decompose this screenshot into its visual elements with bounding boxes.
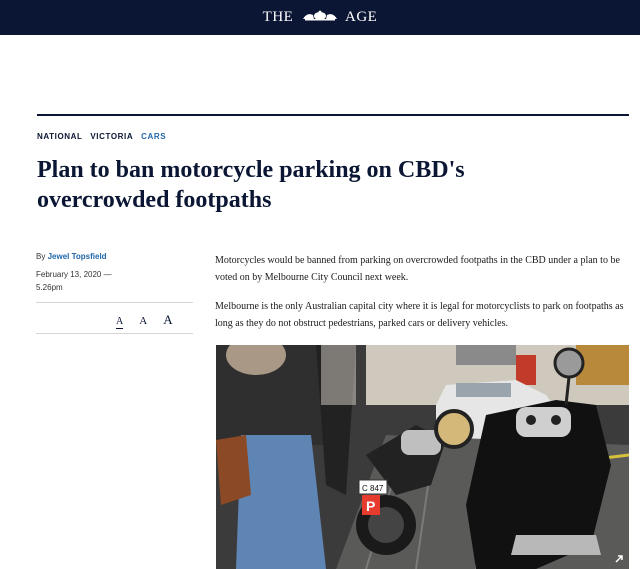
breadcrumb-national[interactable]: NATIONAL (37, 132, 83, 141)
article-photo[interactable]: C 847 P (216, 345, 629, 569)
breadcrumb-victoria[interactable]: VICTORIA (90, 132, 133, 141)
publish-date: February 13, 2020 — 5.26pm (36, 270, 112, 292)
font-size-small-button[interactable]: A (116, 316, 124, 329)
font-size-medium-button[interactable]: A (139, 315, 147, 327)
body-paragraph: Motorcycles would be banned from parking… (215, 255, 620, 283)
masthead-age: AGE (345, 9, 378, 25)
breadcrumb-cars[interactable]: CARS (141, 132, 166, 141)
byline-prefix: By (36, 252, 46, 261)
header-rule (37, 114, 629, 116)
author-link[interactable]: Jewel Topsfield (48, 252, 107, 261)
breadcrumb: NATIONAL VICTORIA CARS (37, 132, 171, 141)
byline: By Jewel Topsfield February 13, 2020 — 5… (36, 252, 196, 294)
parking-sign-text: P (366, 498, 375, 514)
masthead-bar: THE AGE (0, 0, 640, 35)
masthead-the: THE (262, 9, 294, 25)
divider (36, 302, 193, 303)
plate-text: C 847 (362, 484, 384, 493)
article-headline: Plan to ban motorcycle parking on CBD's … (37, 157, 465, 213)
expand-icon[interactable] (612, 552, 626, 566)
masthead-logo[interactable]: THE AGE (0, 9, 640, 26)
divider (36, 333, 193, 334)
motorcycle-scene: C 847 P (216, 345, 629, 569)
body-paragraph: Melbourne is the only Australian capital… (215, 301, 624, 329)
font-size-large-button[interactable]: A (163, 312, 172, 328)
font-size-controls: A A A (116, 311, 185, 329)
crest-icon (301, 9, 339, 26)
